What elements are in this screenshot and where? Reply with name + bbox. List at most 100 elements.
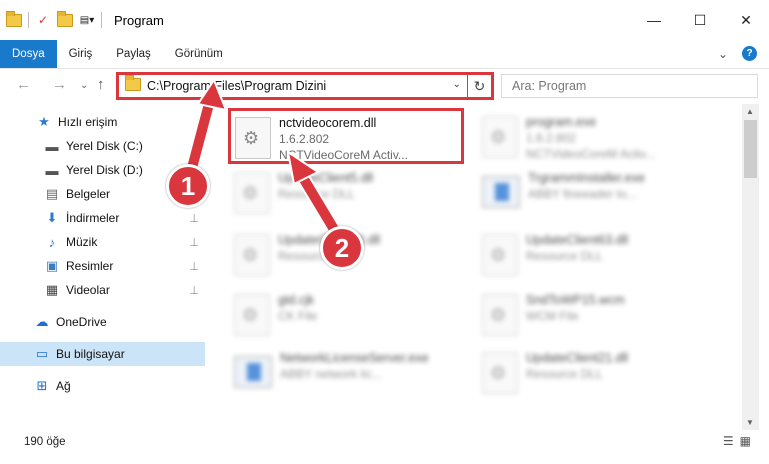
sidebar-item-quick-access[interactable]: ★ Hızlı erişim xyxy=(0,110,205,134)
file-tile[interactable]: ⚙ SndToWP15.wcm WCM File xyxy=(482,288,718,344)
file-tile[interactable]: NetworkLicenseServer.exe ABBY network li… xyxy=(234,346,470,402)
file-tile[interactable]: TrgrammInstaller.exe ABBY fineeader to..… xyxy=(482,166,718,222)
tab-dosya[interactable]: Dosya xyxy=(0,40,57,68)
file-tile[interactable]: ⚙ UpdateClient5.dll Resource DLL xyxy=(234,166,470,222)
sidebar-item-label: Yerel Disk (D:) xyxy=(66,163,143,177)
dll-file-icon: ⚙ xyxy=(482,352,518,394)
sidebar-item-downloads[interactable]: ⬇ İndirmeler ⊥ xyxy=(0,206,205,230)
tab-gorunum[interactable]: Görünüm xyxy=(163,40,235,68)
file-name: program.exe xyxy=(526,115,597,129)
pin-icon[interactable]: ⊥ xyxy=(189,260,199,273)
back-button[interactable]: ← xyxy=(16,76,31,93)
dll-file-icon: ⚙ xyxy=(234,234,270,276)
pin-icon[interactable]: ⊥ xyxy=(189,236,199,249)
sidebar-item-network[interactable]: ⊞ Ağ xyxy=(0,374,205,398)
sidebar-item-label: İndirmeler xyxy=(66,211,120,225)
window-title: Program xyxy=(114,12,164,28)
details-view-icon[interactable]: ☰ xyxy=(723,434,734,448)
music-icon: ♪ xyxy=(48,234,56,250)
forward-button[interactable]: → xyxy=(52,76,67,93)
chevron-down-icon[interactable]: ⌄ xyxy=(453,79,461,90)
minimize-button[interactable]: — xyxy=(631,0,677,40)
vertical-scrollbar[interactable]: ▲ ▼ xyxy=(742,104,759,430)
recent-locations-button[interactable]: ⌄ xyxy=(80,80,88,91)
file-tile[interactable]: ⚙ UpdateClient63.dll Resource DLL xyxy=(482,228,718,284)
pictures-icon: ▣ xyxy=(45,258,59,273)
sidebar-item-this-pc[interactable]: ▭ Bu bilgisayar xyxy=(0,342,205,366)
address-path[interactable]: C:\Program Files\Program Dizini xyxy=(147,79,326,93)
videos-icon: ▦ xyxy=(45,282,59,297)
annotation-badge-1: 1 xyxy=(166,164,210,208)
file-type: Resource DLL xyxy=(526,249,603,263)
file-type: WCM File xyxy=(526,309,579,323)
file-type: Resource DLL xyxy=(278,187,355,201)
sidebar-item-local-disk-c[interactable]: ▬ Yerel Disk (C:) ⊥ xyxy=(0,134,205,158)
dll-file-icon: ⚙ xyxy=(235,117,271,159)
network-icon: ⊞ xyxy=(36,378,48,393)
file-name: UpdateClient21.dll xyxy=(526,351,629,365)
file-name: NetworkLicenseServer.exe xyxy=(280,351,429,365)
up-button[interactable]: ↑ xyxy=(97,76,105,93)
file-list: ⚙ nctvideocorem.dll 1.6.2.802 NCTVideoCo… xyxy=(206,104,742,429)
file-name: nctvideocorem.dll xyxy=(279,116,377,130)
file-name: UpdateClient63.dll xyxy=(526,233,629,247)
application-icon xyxy=(482,176,520,208)
scrollbar-thumb[interactable] xyxy=(744,120,757,178)
tab-giris[interactable]: Giriş xyxy=(57,40,105,68)
status-bar: 190 öğe xyxy=(0,430,769,454)
pin-icon[interactable]: ⊥ xyxy=(189,284,199,297)
sidebar-item-videos[interactable]: ▦ Videolar ⊥ xyxy=(0,278,205,302)
maximize-button[interactable]: ☐ xyxy=(677,0,723,40)
computer-icon: ▭ xyxy=(35,346,49,361)
sidebar-item-pictures[interactable]: ▣ Resimler ⊥ xyxy=(0,254,205,278)
file-tile[interactable]: ⚙ program.exe 1.6.2.802 NCTVideoCoreM Ac… xyxy=(482,110,718,166)
navigation-pane: ★ Hızlı erişim ▬ Yerel Disk (C:) ⊥ ▬ Yer… xyxy=(0,110,205,425)
annotation-badge-2: 2 xyxy=(320,226,364,270)
scroll-down-icon[interactable]: ▼ xyxy=(746,418,754,427)
folder-icon xyxy=(125,75,141,94)
help-icon[interactable]: ? xyxy=(742,46,757,61)
search-input[interactable]: Ara: Program xyxy=(501,74,758,98)
divider xyxy=(101,12,102,28)
pin-icon[interactable]: ⊥ xyxy=(189,140,199,153)
tiles-view-icon[interactable]: ▦ xyxy=(740,434,751,448)
file-icon: ⚙ xyxy=(234,294,270,336)
drive-icon: ▬ xyxy=(45,162,59,178)
sidebar-item-label: Ağ xyxy=(56,379,71,393)
file-tile-nctvideocorem[interactable]: ⚙ nctvideocorem.dll 1.6.2.802 NCTVideoCo… xyxy=(228,108,464,164)
cloud-icon: ☁ xyxy=(35,314,49,329)
file-name: gtd.cjk xyxy=(278,293,315,307)
sidebar-item-label: Videolar xyxy=(66,283,110,297)
documents-icon: ▤ xyxy=(45,186,59,201)
file-tile[interactable]: ⚙ gtd.cjk CK File xyxy=(234,288,470,344)
exe-file-icon: ⚙ xyxy=(482,116,518,158)
address-bar[interactable]: C:\Program Files\Program Dizini ⌄ ↻ xyxy=(116,72,494,100)
close-button[interactable]: ✕ xyxy=(723,0,769,40)
properties-icon[interactable]: ✓ xyxy=(35,12,51,28)
divider xyxy=(28,12,29,28)
sidebar-item-label: Müzik xyxy=(66,235,98,249)
sidebar-item-label: OneDrive xyxy=(56,315,107,329)
sidebar-item-label: Resimler xyxy=(66,259,114,273)
star-icon: ★ xyxy=(38,114,50,129)
tab-paylas[interactable]: Paylaş xyxy=(104,40,163,68)
scroll-up-icon[interactable]: ▲ xyxy=(746,107,754,116)
item-count: 190 öğe xyxy=(24,436,66,448)
file-name: TrgrammInstaller.exe xyxy=(528,171,645,185)
new-folder-icon[interactable] xyxy=(57,10,73,28)
title-bar: ✓ ▤▾ Program — ☐ ✕ xyxy=(0,0,769,40)
pin-icon[interactable]: ⊥ xyxy=(189,212,199,225)
sidebar-item-onedrive[interactable]: ☁ OneDrive xyxy=(0,310,205,334)
file-type: ABBY fineeader to... xyxy=(528,187,637,201)
file-tile[interactable]: ⚙ UpdateClient21.dll Resource DLL xyxy=(482,346,718,402)
ribbon-collapse-icon[interactable]: ⌄ xyxy=(718,47,728,61)
folder-icon xyxy=(6,10,22,28)
sidebar-item-music[interactable]: ♪ Müzik ⊥ xyxy=(0,230,205,254)
refresh-button[interactable]: ↻ xyxy=(467,75,491,97)
file-name: SndToWP15.wcm xyxy=(526,293,625,307)
application-icon xyxy=(234,356,272,388)
navigation-bar: ← → ⌄ ↑ C:\Program Files\Program Dizini … xyxy=(0,68,769,102)
customize-qat-icon[interactable]: ▤▾ xyxy=(79,12,95,28)
file-name: UpdateClient5.dll xyxy=(278,171,374,185)
dll-file-icon: ⚙ xyxy=(234,172,270,214)
